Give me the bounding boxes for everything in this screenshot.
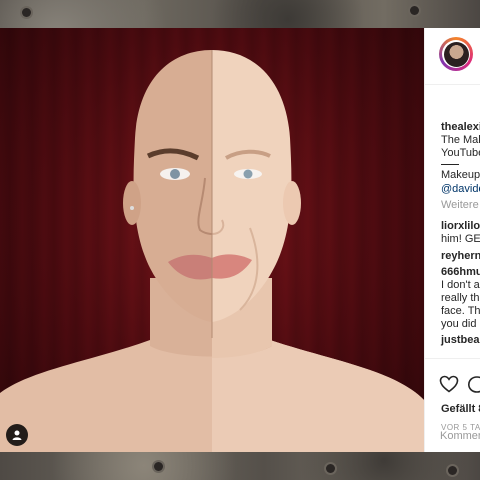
comment-username[interactable]: reyherna bbox=[441, 250, 480, 263]
rivet-decoration bbox=[410, 6, 419, 15]
post-side-panel: thealexi thealexi The Mak YouTube Makeup… bbox=[424, 28, 480, 452]
comment-username[interactable]: 666hmu bbox=[441, 266, 480, 279]
comment-text: really tho bbox=[441, 292, 480, 304]
comment-text: you did i bbox=[441, 318, 480, 330]
heart-icon[interactable] bbox=[439, 375, 459, 393]
rivet-decoration bbox=[326, 464, 335, 473]
caption-line: Makeup bbox=[441, 169, 480, 181]
comment-text: I don't ag bbox=[441, 279, 480, 291]
rivet-decoration bbox=[448, 466, 457, 475]
portrait-illustration bbox=[0, 50, 424, 452]
likes-count[interactable]: Gefällt 8 bbox=[441, 403, 480, 415]
post-header: thealexi bbox=[425, 28, 480, 85]
comment-username[interactable]: liorxlilov bbox=[441, 220, 480, 233]
caption-line: YouTube bbox=[441, 147, 480, 159]
user-tag-icon[interactable] bbox=[6, 424, 28, 446]
caption-mention-link[interactable]: @davidd bbox=[441, 183, 480, 196]
rivet-decoration bbox=[154, 462, 163, 471]
rivet-decoration bbox=[22, 8, 31, 17]
comment-icon[interactable] bbox=[467, 375, 480, 395]
comment-username[interactable]: justbeal bbox=[441, 334, 480, 347]
comment-text: face. Thi bbox=[441, 305, 480, 317]
avatar-photo bbox=[443, 41, 469, 67]
caption-username[interactable]: thealexi bbox=[441, 121, 480, 134]
more-comments-link[interactable]: Weitere bbox=[441, 199, 479, 212]
avatar[interactable] bbox=[439, 37, 473, 71]
comment-text: him! GEN bbox=[441, 233, 480, 245]
caption-divider bbox=[441, 164, 459, 165]
comment-input[interactable]: Kommen bbox=[440, 430, 480, 442]
instagram-post: thealexi thealexi The Mak YouTube Makeup… bbox=[0, 28, 480, 452]
caption-line: The Mak bbox=[441, 134, 480, 146]
post-image[interactable] bbox=[0, 28, 424, 452]
